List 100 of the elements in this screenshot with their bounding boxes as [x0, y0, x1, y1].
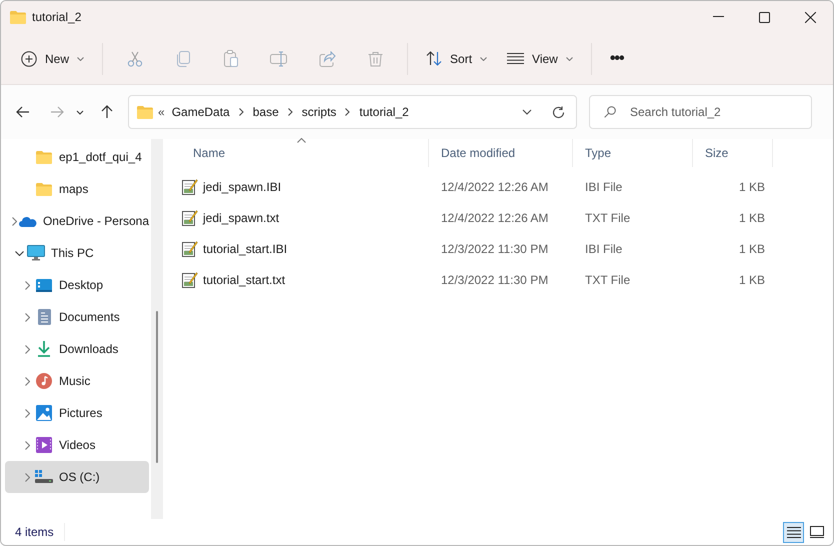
type-cell: TXT File — [585, 210, 630, 224]
column-header[interactable]: Name — [181, 139, 429, 167]
size-cell: 1 KB — [738, 180, 765, 194]
sidebar-label: Downloads — [59, 341, 118, 358]
file-row[interactable]: tutorial_start.IBI 12/3/2022 11:30 PM IBI File 1 KB — [181, 233, 833, 264]
sidebar-item[interactable]: Videos — [5, 429, 149, 461]
sidebar-label: Music — [59, 373, 90, 390]
sidebar-label: OneDrive - Persona — [42, 213, 149, 230]
refresh-icon[interactable] — [552, 106, 565, 118]
up-arrow-icon — [101, 105, 113, 119]
file-name: tutorial_start.IBI — [203, 240, 288, 258]
sidebar-item[interactable]: OneDrive - Persona — [5, 205, 149, 237]
text-file-icon — [182, 178, 198, 195]
desktop-icon — [36, 278, 52, 292]
search-field[interactable]: Search tutorial_2 — [589, 95, 812, 129]
sidebar-label: Desktop — [59, 277, 104, 294]
drive-icon — [35, 470, 53, 484]
date-cell: 12/3/2022 11:30 PM — [441, 242, 548, 256]
chevron-right-icon[interactable] — [24, 344, 30, 354]
more-options-button[interactable]: ••• — [600, 42, 634, 74]
back-arrow-icon — [16, 106, 30, 118]
file-name: jedi_spawn.txt — [203, 210, 280, 226]
chevron-right-icon[interactable] — [288, 108, 293, 116]
sidebar-label: This PC — [51, 245, 94, 262]
sidebar-item[interactable]: Downloads — [5, 333, 149, 365]
file-row[interactable]: jedi_spawn.txt 12/4/2022 12:26 AM TXT File 1 KB — [181, 202, 833, 233]
sidebar-item[interactable]: maps — [5, 173, 149, 205]
column-header[interactable]: Date modified — [429, 139, 573, 167]
close-icon — [804, 12, 816, 22]
text-file-icon — [182, 240, 198, 257]
column-header[interactable]: Type — [573, 139, 693, 167]
picture-icon — [36, 405, 52, 421]
size-cell: 1 KB — [738, 272, 765, 286]
file-row[interactable]: tutorial_start.txt 12/3/2022 11:30 PM TXT File 1 KB — [181, 264, 833, 295]
date-cell: 12/4/2022 12:26 AM — [441, 210, 548, 224]
overflow-chevron[interactable]: « — [158, 103, 165, 121]
sidebar-label: maps — [59, 181, 88, 198]
sidebar-item[interactable]: OS (C:) — [5, 461, 149, 493]
sidebar-item[interactable]: ep1_dotf_qui_4 — [5, 141, 149, 173]
sidebar-label: Pictures — [59, 405, 102, 422]
music-note-icon — [36, 373, 52, 389]
toolbar-button[interactable]: Sort — [416, 42, 498, 74]
text-file-icon — [182, 271, 198, 288]
breadcrumb[interactable]: tutorial_2 — [359, 103, 409, 121]
caret-icon — [77, 56, 84, 60]
lines-icon — [507, 53, 524, 64]
file-row[interactable]: jedi_spawn.IBI 12/4/2022 12:26 AM IBI File 1 KB — [181, 171, 833, 202]
chevron-right-icon[interactable] — [345, 108, 350, 116]
sidebar-item[interactable]: Documents — [5, 301, 149, 333]
chevron-right-icon[interactable] — [24, 408, 30, 418]
scrollbar[interactable] — [151, 139, 163, 519]
folder-icon — [36, 150, 52, 164]
chevron-right-icon[interactable] — [24, 440, 30, 450]
chevron-down-icon[interactable] — [522, 109, 532, 115]
share-icon — [318, 50, 336, 66]
sidebar-item[interactable]: Music — [5, 365, 149, 397]
maximize-icon — [758, 12, 770, 22]
chevron-down-icon — [76, 110, 84, 114]
details-view-icon — [786, 526, 800, 538]
folder-icon — [137, 106, 153, 118]
size-cell: 1 KB — [738, 242, 765, 256]
breadcrumb[interactable]: scripts — [302, 103, 336, 121]
date-cell: 12/4/2022 12:26 AM — [441, 180, 548, 194]
minimize-icon — [712, 16, 724, 18]
chevron-right-icon[interactable] — [24, 376, 30, 386]
breadcrumb[interactable]: GameData — [172, 103, 230, 121]
chevron-right-icon[interactable] — [24, 312, 30, 322]
address-bar[interactable]: « GameData base scripts tutorial_2 — [128, 95, 577, 129]
file-name: jedi_spawn.IBI — [203, 178, 282, 196]
sidebar-item[interactable]: Pictures — [5, 397, 149, 429]
column-header[interactable]: Size — [693, 139, 773, 167]
monitor-icon — [27, 245, 45, 261]
view-toggle[interactable] — [783, 522, 804, 542]
sidebar-label: OS (C:) — [59, 469, 100, 486]
plus-icon — [21, 50, 37, 66]
sort-arrows-icon — [426, 51, 442, 66]
chevron-right-icon[interactable] — [12, 216, 18, 226]
chevron-right-icon[interactable] — [24, 280, 30, 290]
chevron-down-icon[interactable] — [14, 250, 24, 256]
item-count: 4 items — [15, 523, 65, 541]
trash-icon — [368, 50, 383, 66]
rename-icon — [270, 50, 288, 66]
sidebar-item[interactable]: Desktop — [5, 269, 149, 301]
window-title: tutorial_2 — [32, 9, 82, 26]
search-icon — [604, 106, 616, 118]
sidebar-label: ep1_dotf_qui_4 — [59, 149, 142, 166]
caret-icon — [566, 56, 573, 60]
toolbar-button[interactable]: View — [497, 42, 583, 74]
folder-icon — [10, 10, 26, 24]
copy-icon — [175, 50, 192, 66]
folder-icon — [36, 182, 52, 196]
type-cell: IBI File — [585, 180, 622, 194]
sidebar-item[interactable]: This PC — [5, 237, 149, 269]
breadcrumb[interactable]: base — [252, 103, 279, 121]
chevron-right-icon[interactable] — [238, 108, 244, 116]
toolbar-button[interactable]: New — [11, 42, 94, 74]
type-cell: TXT File — [585, 272, 630, 286]
film-icon — [36, 437, 52, 453]
preview-pane-icon — [810, 526, 824, 538]
clipboard-icon — [223, 50, 240, 67]
